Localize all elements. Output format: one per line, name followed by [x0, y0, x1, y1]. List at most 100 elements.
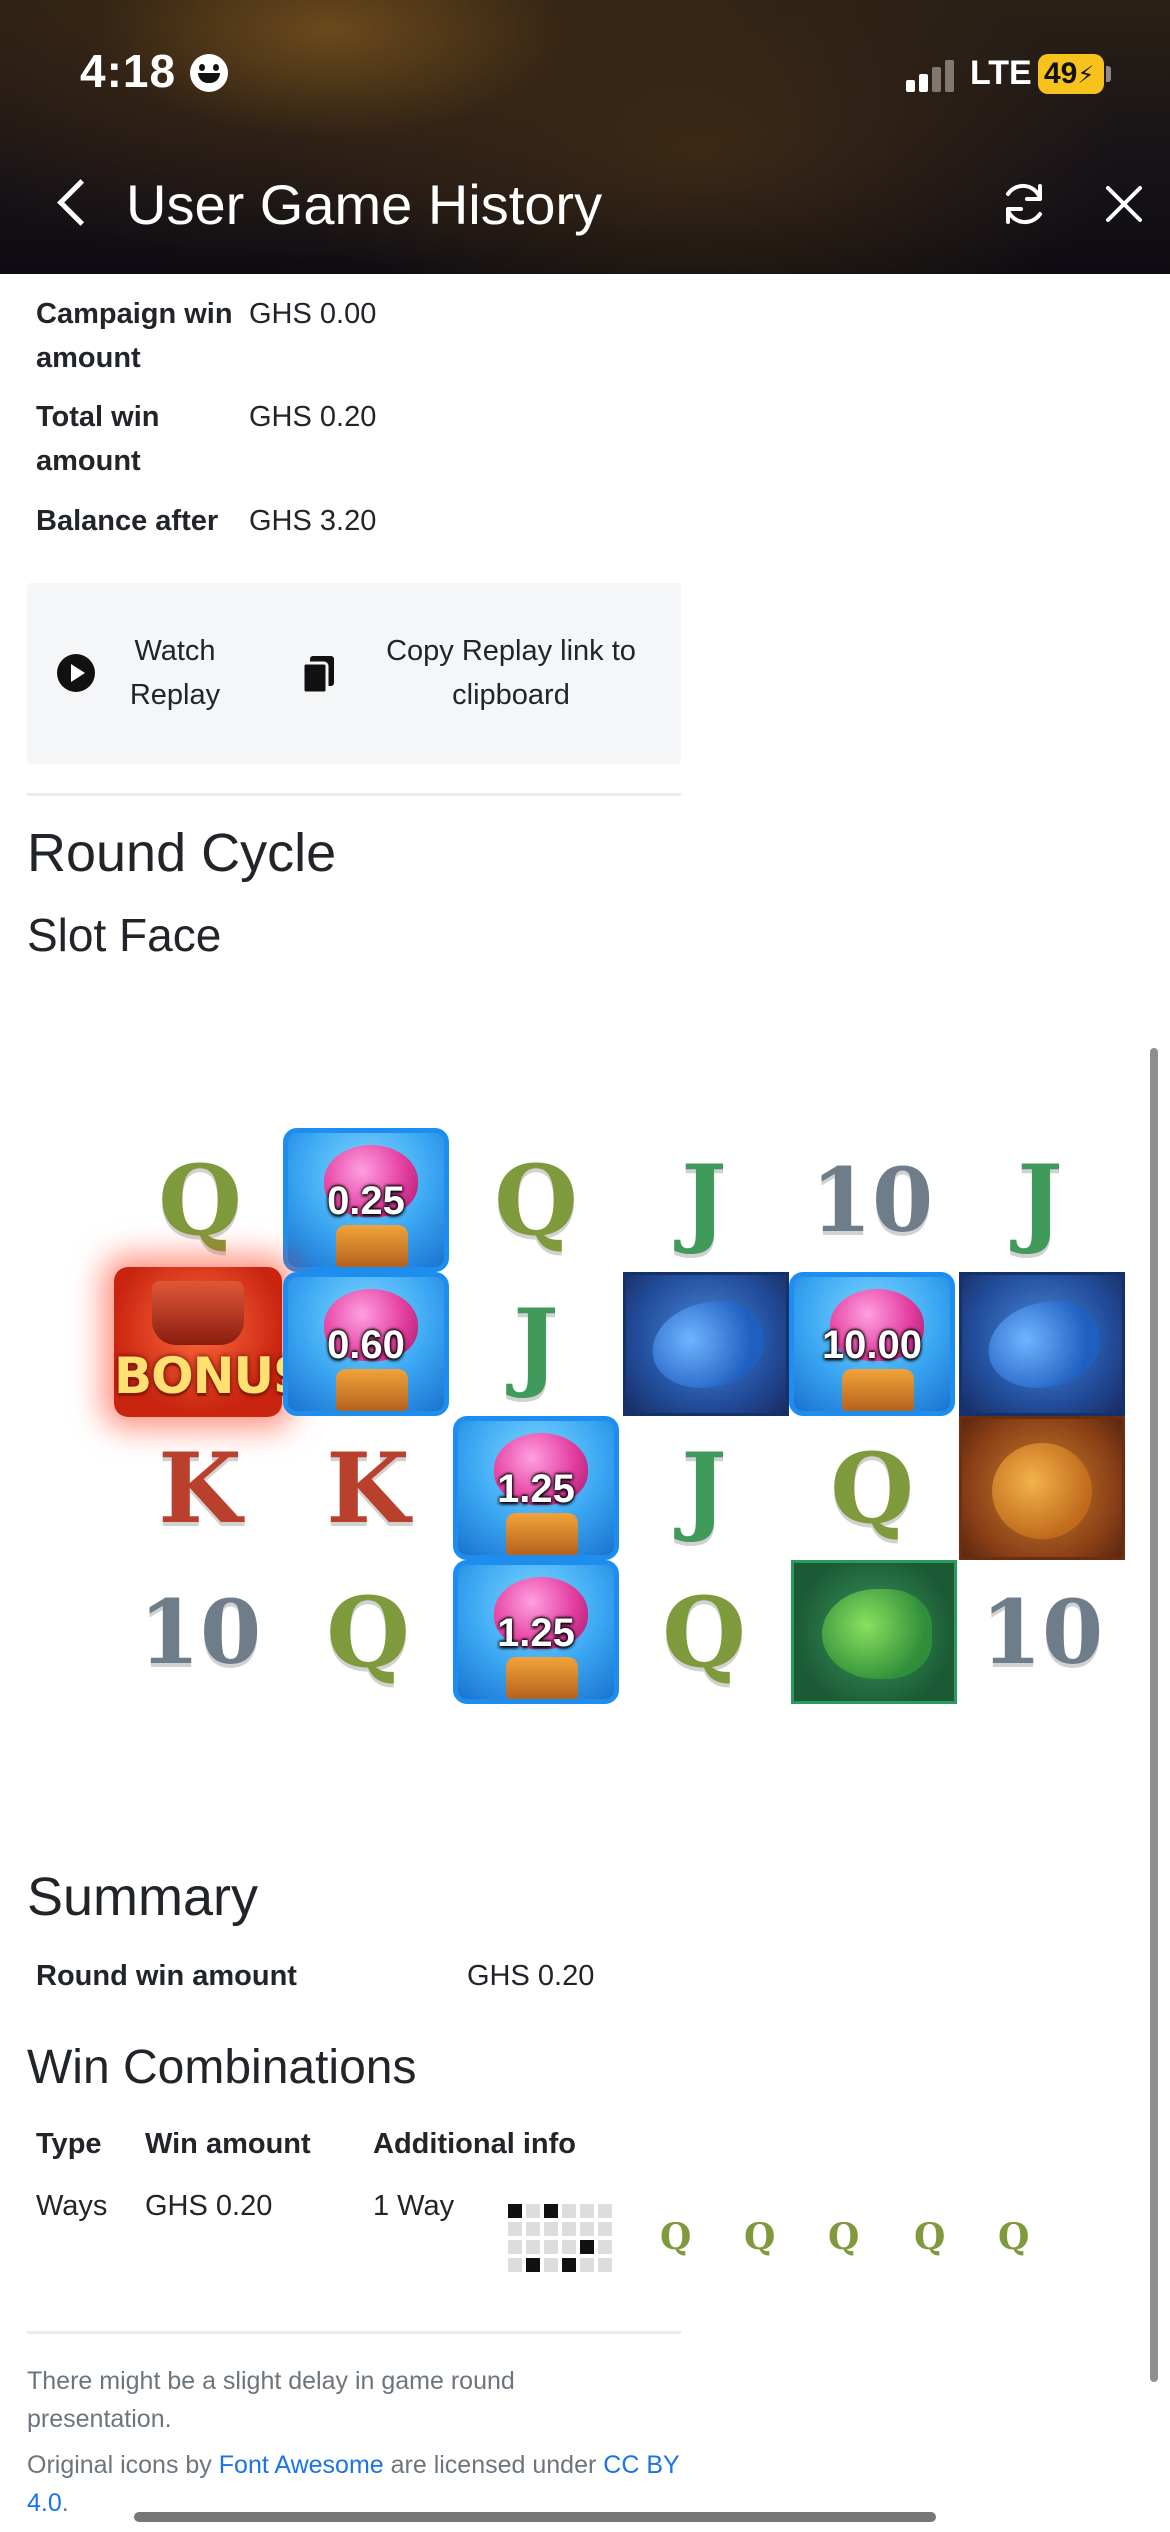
round-win-value: GHS 0.20 — [467, 1960, 595, 1992]
battery-level: 49 — [1044, 57, 1078, 90]
app-header: 4:18 LTE 49⚡ User Game History — [0, 0, 1170, 274]
close-icon — [1106, 186, 1142, 222]
slot-symbol-j: J — [452, 1272, 620, 1416]
win-info: 1 Way — [373, 2190, 455, 2222]
info-value: GHS 0.00 — [249, 298, 377, 330]
play-circle-icon[interactable] — [57, 654, 95, 692]
battery-icon: 49⚡ — [1038, 54, 1104, 94]
replay-actions: Watch Replay Copy Replay link to clipboa… — [27, 583, 681, 764]
symbol-q: Q — [158, 1143, 242, 1257]
win-symbol-q: Q — [660, 2216, 692, 2258]
slot-symbol-10: 10 — [788, 1128, 956, 1272]
slot-multiplier-tile: 1.25 — [452, 1560, 620, 1704]
symbol-j: J — [513, 1287, 559, 1401]
symbol-k: K — [326, 1431, 410, 1545]
slot-symbol-10: 10 — [958, 1560, 1126, 1704]
win-type: Ways — [36, 2190, 108, 2222]
slot-multiplier-tile: 0.60 — [282, 1272, 450, 1416]
bonus-boat-icon: BONUS — [114, 1267, 309, 1417]
multiplier-value: 0.25 — [327, 1179, 405, 1223]
home-indicator[interactable] — [134, 2512, 936, 2522]
refresh-icon — [1006, 183, 1042, 225]
pink-fish-chest-tile: 0.60 — [283, 1272, 449, 1416]
summary-title: Summary — [27, 1867, 259, 1927]
slot-bonus-tile: BONUS — [114, 1267, 309, 1417]
payline-grid-icon — [508, 2204, 614, 2274]
smiley-icon — [190, 54, 228, 92]
symbol-10: 10 — [980, 1580, 1104, 1684]
blue-fish-icon — [623, 1272, 789, 1416]
symbol-10: 10 — [138, 1580, 262, 1684]
multiplier-value: 0.60 — [327, 1323, 405, 1367]
blue-fish-icon — [959, 1272, 1125, 1416]
info-label: Balance after — [36, 505, 219, 537]
bonus-label: BONUS — [114, 1347, 309, 1405]
slot-symbol-q: Q — [284, 1560, 452, 1704]
pink-fish-chest-tile: 1.25 — [453, 1560, 619, 1704]
slot-multiplier-tile: 1.25 — [452, 1416, 620, 1560]
symbol-k: K — [158, 1431, 242, 1545]
slot-blue-fish-tile — [622, 1272, 790, 1416]
refresh-button[interactable] — [996, 176, 1052, 232]
symbol-j: J — [1017, 1143, 1063, 1257]
symbol-j: J — [681, 1431, 727, 1545]
win-amount: GHS 0.20 — [145, 2190, 273, 2222]
multiplier-value: 1.25 — [497, 1611, 575, 1655]
round-cycle-title: Round Cycle — [27, 823, 337, 883]
slot-green-fish-tile — [790, 1560, 958, 1704]
back-button[interactable] — [46, 172, 96, 236]
round-win-label: Round win amount — [36, 1960, 297, 1992]
divider — [27, 2331, 681, 2334]
win-symbol-q: Q — [828, 2216, 860, 2258]
symbol-q: Q — [326, 1575, 410, 1689]
signal-icon — [906, 58, 958, 92]
pufferfish-icon — [959, 1416, 1125, 1560]
license-note: Original icons by Font Awesome are licen… — [27, 2451, 680, 2517]
watch-replay-button[interactable]: Watch Replay — [115, 629, 235, 717]
license-prefix: Original icons by — [27, 2451, 212, 2479]
column-header-win-amount: Win amount — [145, 2128, 311, 2160]
symbol-q: Q — [662, 1575, 746, 1689]
slot-face-grid: Q 0.25 Q J 10 J BONUS 0.60 J 10.00 K K 1… — [0, 1110, 1160, 1730]
delay-note: There might be a slight delay in game ro… — [27, 2367, 515, 2433]
copy-replay-link-button[interactable]: Copy Replay link to clipboard — [361, 629, 661, 717]
win-symbol-q: Q — [914, 2216, 946, 2258]
slot-blue-fish-tile — [958, 1272, 1126, 1416]
scrollbar[interactable] — [1150, 1048, 1158, 2382]
info-value: GHS 3.20 — [249, 505, 377, 537]
slot-face-title: Slot Face — [27, 909, 222, 961]
boat-icon — [152, 1281, 244, 1345]
slot-symbol-j: J — [620, 1416, 788, 1560]
win-combinations-title: Win Combinations — [27, 2041, 417, 2094]
status-time: 4:18 — [80, 45, 177, 97]
symbol-q: Q — [494, 1143, 578, 1257]
pink-fish-chest-tile: 1.25 — [453, 1416, 619, 1560]
copy-icon[interactable] — [299, 653, 339, 695]
close-button[interactable] — [1096, 176, 1152, 232]
slot-symbol-10: 10 — [116, 1560, 284, 1704]
win-symbol-q: Q — [998, 2216, 1030, 2258]
win-symbol-q: Q — [744, 2216, 776, 2258]
slot-symbol-j: J — [620, 1128, 788, 1272]
info-value: GHS 0.20 — [249, 401, 377, 433]
green-fish-icon — [791, 1560, 957, 1704]
slot-symbol-j: J — [956, 1128, 1124, 1272]
network-label: LTE — [970, 54, 1032, 92]
slot-symbol-q: Q — [788, 1416, 956, 1560]
slot-multiplier-tile: 0.25 — [282, 1128, 450, 1272]
divider — [27, 793, 681, 796]
font-awesome-link[interactable]: Font Awesome — [219, 2451, 384, 2479]
info-label: Campaign win amount — [36, 298, 233, 374]
info-label: Total win amount — [36, 401, 160, 477]
slot-symbol-q: Q — [116, 1128, 284, 1272]
battery-nub — [1106, 66, 1111, 82]
page-title: User Game History — [126, 173, 603, 236]
column-header-additional-info: Additional info — [373, 2128, 576, 2160]
symbol-10: 10 — [810, 1148, 934, 1252]
symbol-j: J — [681, 1143, 727, 1257]
slot-symbol-q: Q — [620, 1560, 788, 1704]
license-mid: are licensed under — [390, 2451, 597, 2479]
symbol-q: Q — [830, 1431, 914, 1545]
slot-pufferfish-tile — [958, 1416, 1126, 1560]
multiplier-value: 1.25 — [497, 1467, 575, 1511]
